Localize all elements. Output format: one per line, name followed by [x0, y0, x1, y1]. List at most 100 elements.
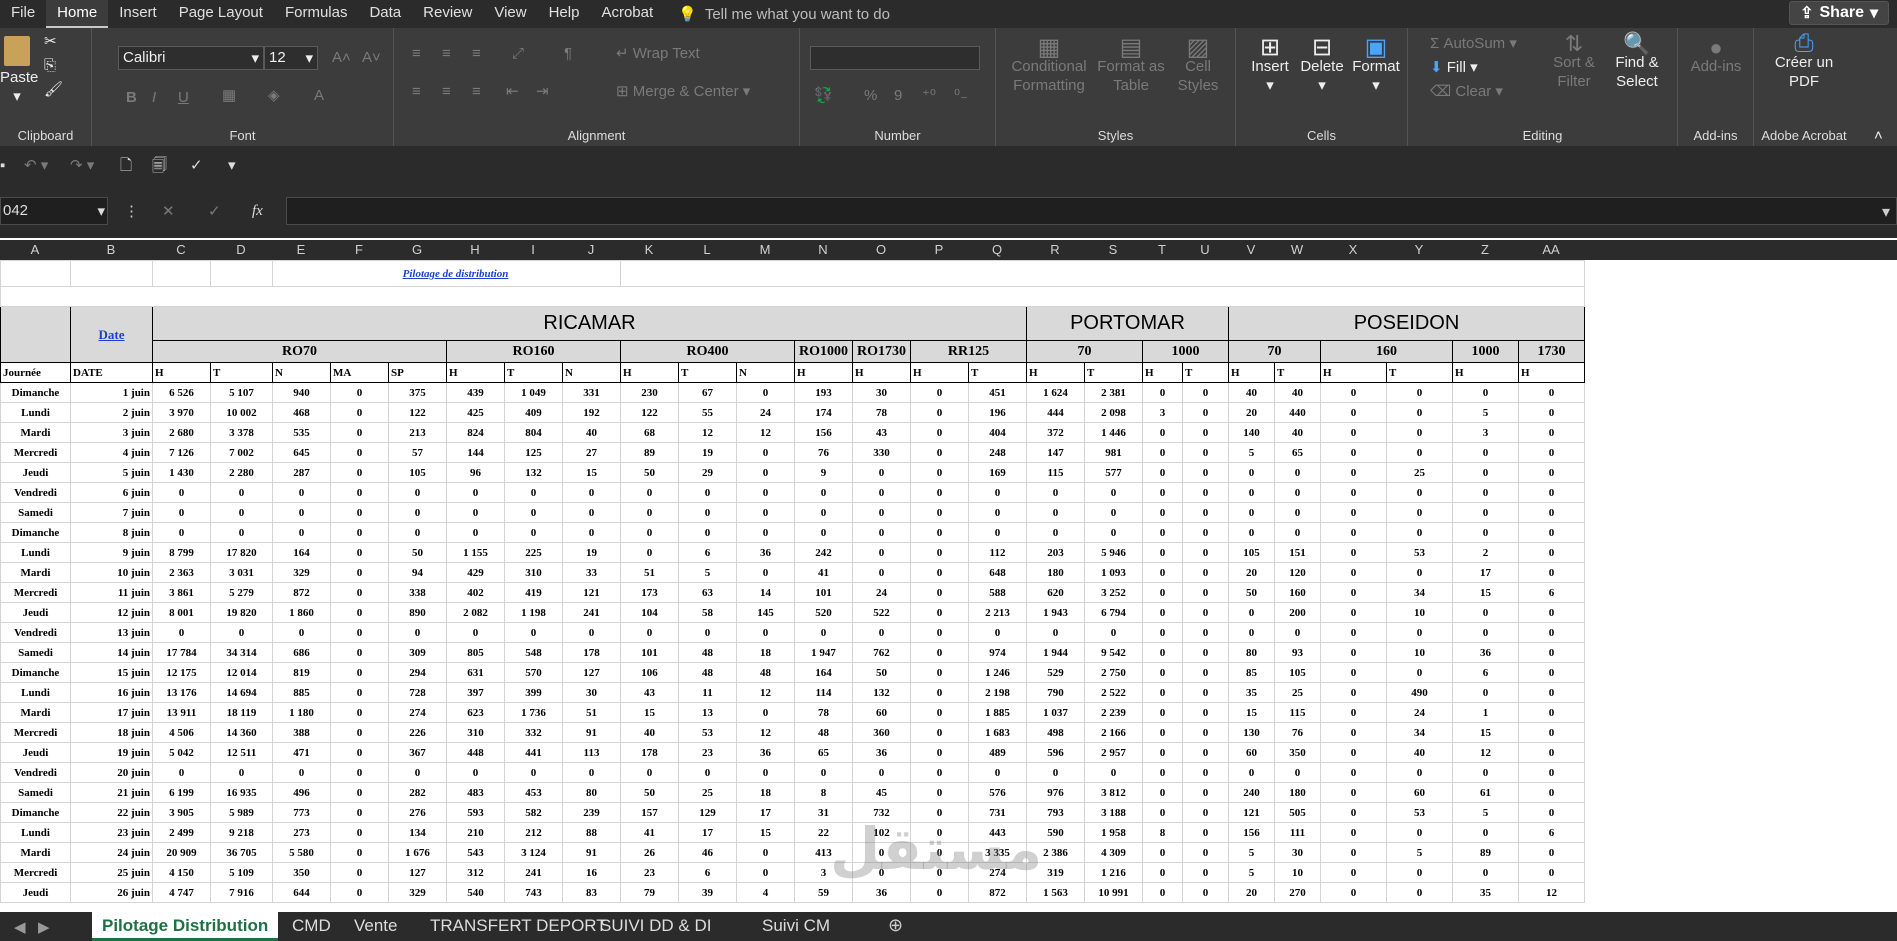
value-cell[interactable]: 13 911 — [152, 702, 211, 723]
column-header-o[interactable]: O — [852, 242, 910, 257]
value-cell[interactable]: 0 — [1142, 582, 1183, 603]
value-cell[interactable]: 3 378 — [210, 422, 273, 443]
cancel-icon[interactable]: ✕ — [162, 202, 175, 221]
value-cell[interactable]: 1 — [1452, 702, 1519, 723]
value-cell[interactable]: 0 — [736, 562, 795, 583]
value-cell[interactable]: 819 — [272, 662, 331, 683]
value-cell[interactable]: 0 — [1182, 522, 1229, 543]
decrease-indent-icon[interactable]: ⇤ — [506, 82, 519, 101]
value-cell[interactable]: 1 943 — [1026, 602, 1085, 623]
value-cell[interactable]: 17 — [1452, 562, 1519, 583]
value-cell[interactable]: 0 — [504, 502, 563, 523]
delete-cells-button[interactable]: ⊟ Delete ▾ — [1298, 36, 1346, 95]
value-cell[interactable]: 12 014 — [210, 662, 273, 683]
value-cell[interactable]: 1 683 — [968, 722, 1027, 743]
value-cell[interactable]: 425 — [446, 402, 505, 423]
value-cell[interactable]: 1 198 — [504, 602, 563, 623]
value-cell[interactable]: 468 — [272, 402, 331, 423]
value-cell[interactable]: 274 — [388, 702, 447, 723]
value-cell[interactable]: 0 — [620, 542, 679, 563]
value-cell[interactable]: 0 — [1142, 502, 1183, 523]
value-cell[interactable]: 0 — [1320, 702, 1387, 723]
column-header-d[interactable]: D — [210, 242, 272, 257]
value-cell[interactable]: 2 750 — [1084, 662, 1143, 683]
value-cell[interactable]: 12 — [1452, 742, 1519, 763]
value-cell[interactable]: 0 — [1518, 602, 1585, 623]
value-cell[interactable]: 4 506 — [152, 722, 211, 743]
value-cell[interactable]: 12 — [736, 422, 795, 443]
menu-acrobat[interactable]: Acrobat — [590, 0, 664, 28]
wrap-text-button[interactable]: ↵ Wrap Text — [616, 44, 700, 63]
value-cell[interactable]: 294 — [388, 662, 447, 683]
value-cell[interactable]: 0 — [910, 742, 969, 763]
value-cell[interactable]: 0 — [1320, 602, 1387, 623]
redo-icon[interactable]: ↷ ▾ — [70, 156, 94, 175]
value-cell[interactable]: 156 — [1228, 822, 1275, 843]
value-cell[interactable]: 0 — [736, 862, 795, 883]
value-cell[interactable]: 1 430 — [152, 462, 211, 483]
value-cell[interactable]: 0 — [1452, 602, 1519, 623]
value-cell[interactable]: 0 — [1084, 522, 1143, 543]
value-cell[interactable]: 88 — [562, 822, 621, 843]
value-cell[interactable]: 2 381 — [1084, 382, 1143, 403]
value-cell[interactable]: 2 098 — [1084, 402, 1143, 423]
value-cell[interactable]: 101 — [794, 582, 853, 603]
value-cell[interactable]: 16 935 — [210, 782, 273, 803]
day-cell[interactable]: Vendredi — [0, 622, 71, 643]
value-cell[interactable]: 5 — [1452, 402, 1519, 423]
subheader-cell[interactable]: T — [1274, 362, 1321, 383]
value-cell[interactable]: 0 — [852, 502, 911, 523]
value-cell[interactable]: 106 — [620, 662, 679, 683]
day-cell[interactable]: Vendredi — [0, 762, 71, 783]
value-cell[interactable]: 0 — [562, 522, 621, 543]
value-cell[interactable]: 576 — [968, 782, 1027, 803]
value-cell[interactable]: 0 — [1320, 442, 1387, 463]
value-cell[interactable]: 113 — [562, 742, 621, 763]
cut-icon[interactable]: ✂ — [44, 32, 57, 51]
menu-formulas[interactable]: Formulas — [274, 0, 359, 28]
cell[interactable] — [620, 260, 1585, 287]
value-cell[interactable]: 0 — [1142, 722, 1183, 743]
spelling-icon[interactable]: ✓ — [190, 156, 203, 175]
value-cell[interactable]: 522 — [852, 602, 911, 623]
value-cell[interactable]: 0 — [1228, 482, 1275, 503]
value-cell[interactable]: 0 — [1084, 622, 1143, 643]
day-cell[interactable]: Mercredi — [0, 722, 71, 743]
value-cell[interactable]: 6 794 — [1084, 602, 1143, 623]
value-cell[interactable]: 122 — [388, 402, 447, 423]
tell-me-search[interactable]: 💡 Tell me what you want to do — [678, 5, 890, 24]
value-cell[interactable]: 3 124 — [504, 842, 563, 863]
column-header-e[interactable]: E — [272, 242, 330, 257]
undo-icon[interactable]: ↶ ▾ — [24, 156, 48, 175]
value-cell[interactable]: 593 — [446, 802, 505, 823]
value-cell[interactable]: 17 — [678, 822, 737, 843]
value-cell[interactable]: 310 — [446, 722, 505, 743]
paste-button[interactable]: Paste ▾ — [0, 34, 38, 106]
value-cell[interactable]: 39 — [678, 882, 737, 903]
value-cell[interactable]: 164 — [272, 542, 331, 563]
menu-home[interactable]: Home — [46, 0, 109, 28]
value-cell[interactable]: 101 — [620, 642, 679, 663]
value-cell[interactable]: 543 — [446, 842, 505, 863]
value-cell[interactable]: 41 — [620, 822, 679, 843]
value-cell[interactable]: 5 — [678, 562, 737, 583]
value-cell[interactable]: 1 246 — [968, 662, 1027, 683]
value-cell[interactable]: 11 — [678, 682, 737, 703]
value-cell[interactable]: 330 — [852, 442, 911, 463]
value-cell[interactable]: 4 — [736, 882, 795, 903]
value-cell[interactable]: 0 — [152, 502, 211, 523]
value-cell[interactable]: 890 — [388, 602, 447, 623]
cell-styles-button[interactable]: ▨ Cell Styles — [1168, 36, 1228, 95]
value-cell[interactable]: 17 — [736, 802, 795, 823]
value-cell[interactable]: 0 — [1518, 782, 1585, 803]
value-cell[interactable]: 178 — [620, 742, 679, 763]
value-cell[interactable]: 7 916 — [210, 882, 273, 903]
value-cell[interactable]: 68 — [620, 422, 679, 443]
value-cell[interactable]: 0 — [210, 762, 273, 783]
value-cell[interactable]: 409 — [504, 402, 563, 423]
value-cell[interactable]: 0 — [330, 542, 389, 563]
value-cell[interactable]: 0 — [1518, 562, 1585, 583]
value-cell[interactable]: 0 — [1142, 862, 1183, 883]
value-cell[interactable]: 35 — [1228, 682, 1275, 703]
decrease-font-icon[interactable]: A˅ — [362, 48, 381, 67]
